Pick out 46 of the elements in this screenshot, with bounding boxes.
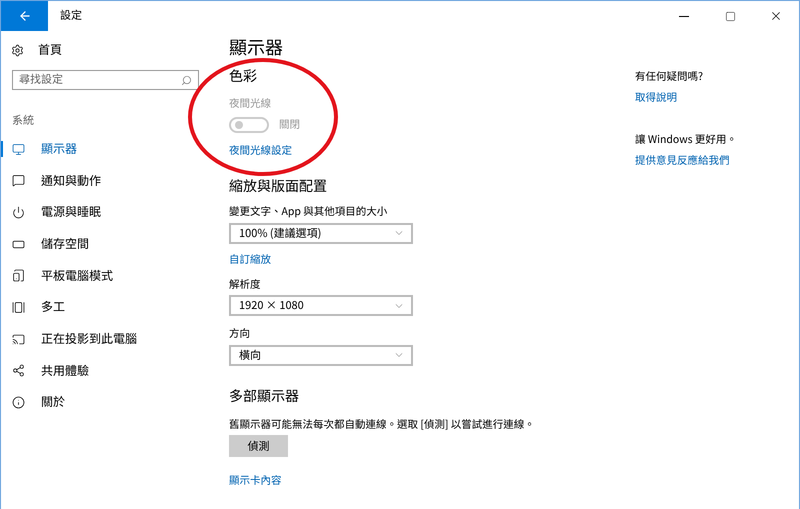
search-icon[interactable] [181,74,192,86]
settings-link[interactable]: 夜間光線設定 [229,144,292,158]
nav-item[interactable]: 多工 [1,292,211,324]
share-icon [12,364,25,378]
search-field[interactable]: 尋找設定 [12,70,199,90]
field-label: 方向 [229,328,251,341]
feedback-text: 讓 Windows 更好用。 [635,134,738,147]
nav-item[interactable]: 電源與睡眠 [1,196,211,228]
nav-item[interactable]: 共用體驗 [1,355,211,387]
info-icon [12,396,25,410]
feedback-link[interactable]: 提供意見反應給我們 [635,154,730,168]
maximize-icon [724,10,736,22]
nav-item[interactable]: 關於 [1,386,211,418]
nav-item[interactable]: 正在投影到此電腦 [1,323,211,355]
home-link[interactable]: 首頁 [38,42,62,58]
cast-icon [12,332,25,346]
adapter-link[interactable]: 顯示卡內容 [229,475,282,488]
nav-item[interactable]: 儲存空間 [1,228,211,260]
dropdown[interactable]: 100% (建議選項) [229,222,413,244]
section-heading: 縮放與版面配置 [229,178,328,194]
field-label: 解析度 [229,278,262,292]
monitor-icon [12,142,25,156]
section-label: 系統 [12,114,35,128]
dropdown[interactable]: 1920 × 1080 [229,295,413,316]
settings-icon[interactable] [11,44,24,56]
nav-item[interactable]: 平板電腦模式 [1,260,211,292]
panels-icon [12,300,25,314]
toggle-state: 關閉 [279,118,300,132]
nav-item[interactable]: 顯示器 [1,133,211,165]
section-heading: 多部顯示器 [229,388,300,405]
dropdown[interactable]: 橫向 [229,344,413,366]
back-button[interactable] [1,1,48,31]
tablet-icon [12,269,25,282]
speech-bubble-icon [12,174,25,188]
setting-label: 夜間光線 [229,98,272,111]
detect-button[interactable]: 偵測 [229,435,288,458]
help-link[interactable]: 取得說明 [635,92,677,104]
section-heading: 色彩 [229,68,258,84]
power-icon [12,206,25,219]
info-text: 舊顯示器可能無法每次都自動連線。選取 [偵測] 以嘗試進行連線。 [229,418,536,432]
window-title: 設定 [60,9,83,23]
scale-link[interactable]: 自訂縮放 [229,254,271,267]
nav-item[interactable]: 通知與動作 [1,164,211,197]
help-question: 有任何疑問嗎? [635,71,704,84]
page-title: 顯示器 [229,37,284,59]
field-label: 變更文字、App 與其他項目的大小 [229,206,388,219]
